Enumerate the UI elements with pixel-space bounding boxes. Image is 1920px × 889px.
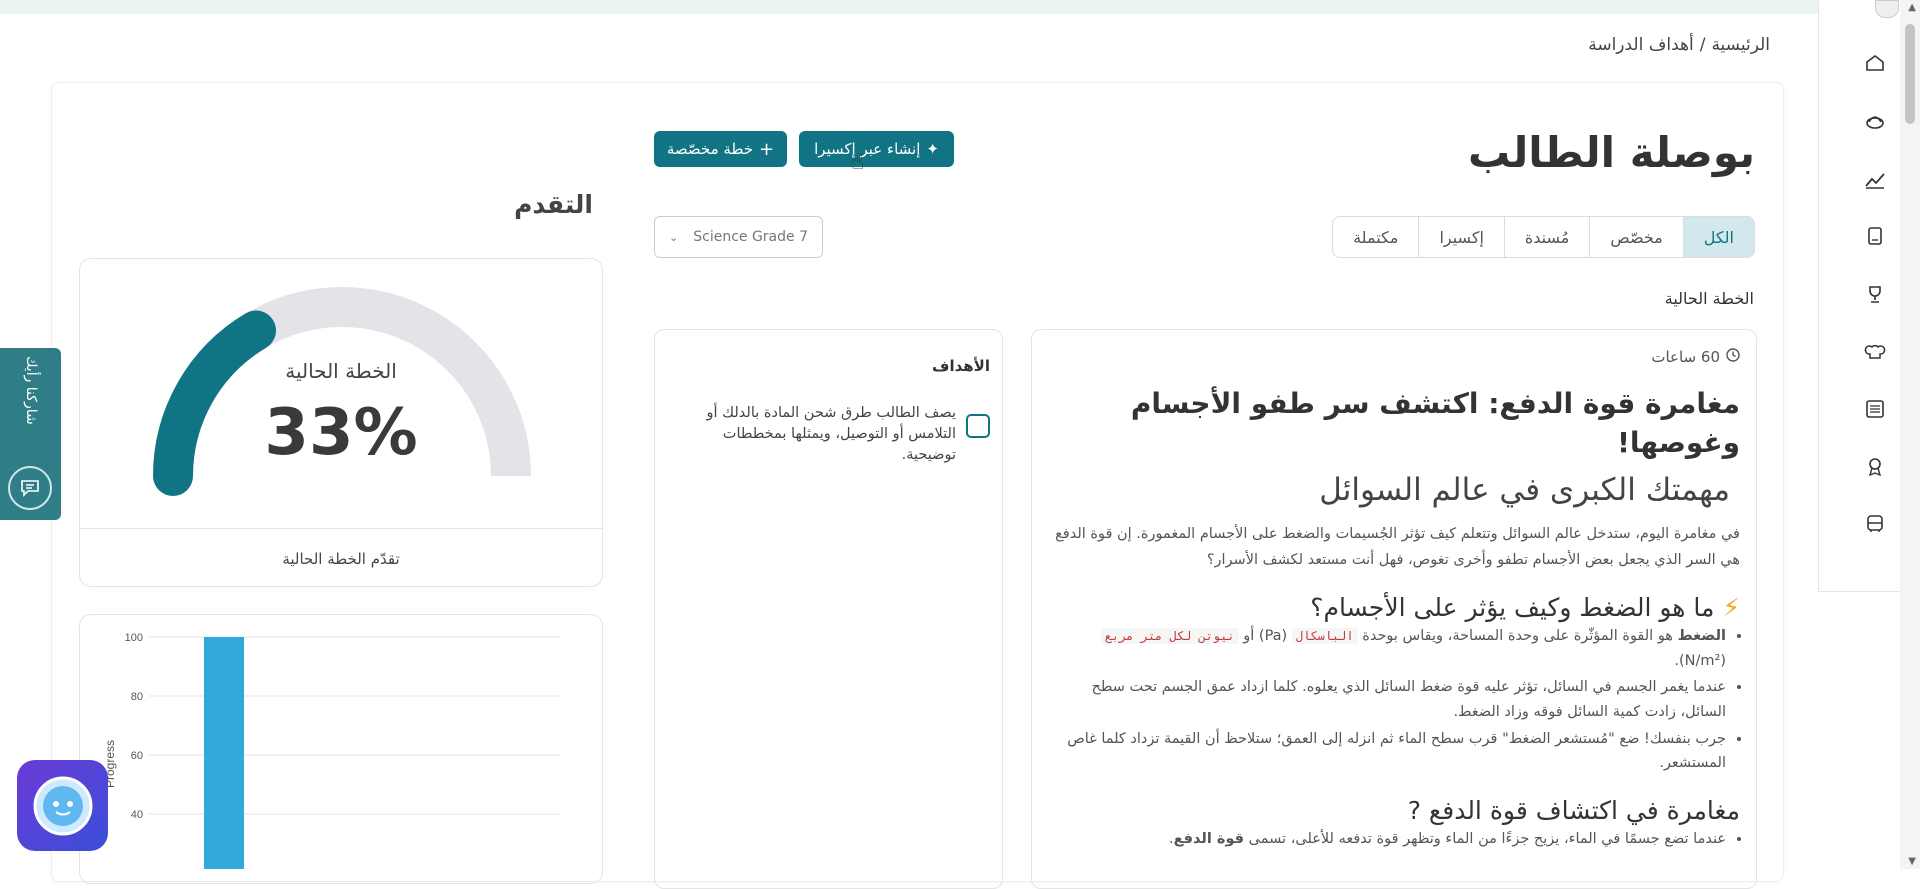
pressure-text-end: (N/m²). — [1674, 652, 1726, 669]
tab-all[interactable]: الكل — [1682, 217, 1754, 257]
section-buoyancy-title: مغامرة في اكتشاف قوة الدفع ? — [1407, 795, 1740, 825]
goal-text: يصف الطالب طرق شحن المادة بالدلك أو التل… — [706, 405, 956, 464]
scroll-thumb[interactable] — [1905, 24, 1915, 124]
tab-custom[interactable]: مخصّص — [1589, 217, 1682, 257]
user-avatar[interactable] — [1875, 0, 1899, 18]
grade-select[interactable]: Science Grade 7 ⌄ — [654, 216, 823, 258]
current-plan-label: الخطة الحالية — [1664, 289, 1754, 308]
code-newton: نيوتن لكل متر مربع — [1100, 628, 1239, 645]
bus-icon[interactable] — [1862, 511, 1888, 537]
goals-title: الأهداف — [932, 357, 990, 375]
bar-chart: 20406080100Progress — [103, 632, 560, 869]
pressure-text: هو القوة المؤثّرة على وحدة المساحة، ويقا… — [1357, 628, 1678, 645]
mission-title: مهمتك الكبرى في عالم السوائل — [1319, 472, 1730, 509]
buoyancy-text: عندما تضع جسمًا في الماء، يزيح جزءًا من … — [1244, 830, 1726, 847]
custom-plan-button[interactable]: + خطة مخصّصة — [654, 131, 787, 167]
trophy-icon[interactable] — [1862, 281, 1888, 307]
section-buoyancy-heading: مغامرة في اكتشاف قوة الدفع ? — [1050, 796, 1740, 825]
gauge-divider — [79, 528, 603, 529]
page-title: بوصلة الطالب — [1467, 128, 1755, 177]
sparkle-icon: ✦ — [926, 140, 939, 158]
section-pressure-title: ما هو الضغط وكيف يؤثر على الأجسام؟ — [1310, 593, 1715, 623]
list-item: الضغط هو القوة المؤثّرة على وحدة المساحة… — [1050, 624, 1726, 673]
create-ai-label: إنشاء عبر إكسيرا — [814, 140, 921, 158]
y-tick-label: 60 — [131, 750, 143, 762]
hat-icon[interactable] — [1862, 108, 1888, 134]
list-item: عندما تضع جسمًا في الماء، يزيح جزءًا من … — [1050, 827, 1726, 852]
chart-line-icon[interactable] — [1862, 166, 1888, 192]
y-tick-label: 100 — [125, 632, 143, 644]
tab-assigned[interactable]: مُسندة — [1503, 217, 1589, 257]
breadcrumb: الرئيسية/أهداف الدراسة — [1585, 35, 1773, 55]
create-ai-button[interactable]: ✦ إنشاء عبر إكسيرا — [799, 131, 954, 167]
filter-tabs: الكل مخصّص مُسندة إكسيرا مكتملة — [1332, 216, 1755, 258]
chef-hat-icon[interactable] — [1862, 338, 1888, 364]
goals-card: الأهداف يصف الطالب طرق شحن المادة بالدلك… — [654, 329, 1003, 889]
y-tick-label: 80 — [131, 691, 143, 703]
breadcrumb-current: أهداف الدراسة — [1588, 35, 1694, 55]
pressure-text-mid: (Pa) أو — [1238, 628, 1292, 645]
section-buoyancy-list: عندما تضع جسمًا في الماء، يزيح جزءًا من … — [1050, 827, 1726, 852]
scroll-down-icon[interactable]: ▼ — [1908, 856, 1916, 867]
feedback-label: شاركنا رأيك — [23, 356, 39, 425]
robot-icon — [33, 776, 92, 835]
pressure-term: الضغط — [1677, 628, 1726, 645]
tab-axira[interactable]: إكسيرا — [1418, 217, 1503, 257]
scrollbar[interactable]: ▲ ▼ — [1900, 0, 1920, 869]
custom-plan-label: خطة مخصّصة — [666, 140, 754, 158]
top-strip — [0, 0, 1820, 14]
home-icon[interactable] — [1862, 50, 1888, 76]
section-pressure-list: الضغط هو القوة المؤثّرة على وحدة المساحة… — [1050, 624, 1726, 776]
lightning-icon: ⚡ — [1722, 593, 1740, 623]
progress-title: التقدم — [514, 190, 593, 219]
clock-icon — [1726, 348, 1740, 366]
buoyancy-term: قوة الدفع — [1173, 830, 1245, 847]
section-pressure-heading: ⚡ ما هو الضغط وكيف يؤثر على الأجسام؟ — [1050, 593, 1740, 622]
hand-cursor-icon: ☝ — [851, 150, 865, 175]
gauge-label: الخطة الحالية — [285, 359, 397, 383]
gauge-percent: 33% — [264, 396, 418, 470]
list-item: عندما يغمر الجسم في السائل، تؤثر عليه قو… — [1050, 675, 1726, 724]
plan-title: مغامرة قوة الدفع: اكتشف سر طفو الأجسام و… — [1130, 387, 1740, 460]
chat-icon[interactable] — [8, 466, 52, 510]
plus-icon: + — [759, 138, 775, 160]
code-pascal: الباسكال — [1291, 628, 1358, 645]
hours-row: 60 ساعات — [1050, 348, 1740, 366]
badge-icon[interactable] — [1862, 453, 1888, 479]
goal-checkbox[interactable] — [966, 414, 990, 438]
plan-card: 60 ساعات مغامرة قوة الدفع: اكتشف سر طفو … — [1031, 329, 1757, 889]
goal-item: يصف الطالب طرق شحن المادة بالدلك أو التل… — [667, 403, 990, 466]
list-item: جرب بنفسك! ضع "مُستشعر الضغط" قرب سطح ال… — [1050, 727, 1726, 776]
plan-hours: 60 ساعات — [1651, 348, 1720, 366]
plan-intro: في مغامرة اليوم، ستدخل عالم السوائل وتتع… — [1055, 526, 1740, 568]
gauge-caption: تقدّم الخطة الحالية — [282, 550, 400, 568]
tab-completed[interactable]: مكتملة — [1333, 217, 1418, 257]
book-icon[interactable] — [1862, 223, 1888, 249]
breadcrumb-separator: / — [1699, 35, 1706, 55]
y-tick-label: 40 — [131, 809, 143, 821]
breadcrumb-home[interactable]: الرئيسية — [1711, 35, 1770, 55]
scroll-up-icon[interactable]: ▲ — [1908, 2, 1916, 13]
assistant-bot-button[interactable] — [17, 760, 108, 851]
bar — [204, 637, 244, 869]
chevron-down-icon: ⌄ — [669, 230, 679, 244]
grade-select-value: Science Grade 7 — [693, 229, 808, 245]
list-icon[interactable] — [1862, 396, 1888, 422]
